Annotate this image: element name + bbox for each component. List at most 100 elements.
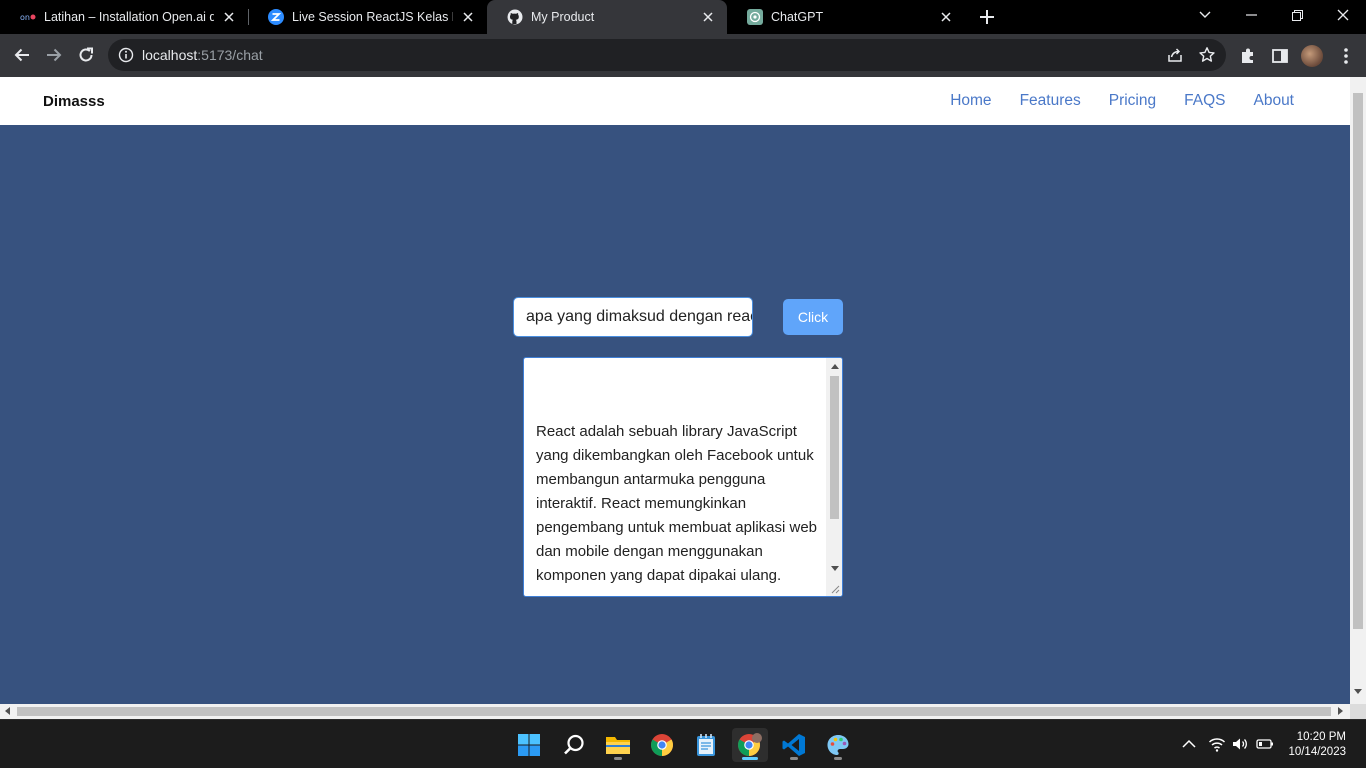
tab-search-button[interactable] <box>1182 0 1228 30</box>
chevron-up-icon[interactable] <box>1180 735 1198 753</box>
active-indicator <box>742 757 758 760</box>
forward-button[interactable] <box>39 40 69 70</box>
scrollbar-corner <box>1350 704 1366 719</box>
file-explorer-icon <box>606 737 630 754</box>
plus-icon <box>980 10 994 24</box>
url-text: localhost:5173/chat <box>142 47 263 63</box>
github-icon <box>507 9 523 25</box>
site-navbar: Dimasss Home Features Pricing FAQS About <box>0 77 1350 125</box>
close-icon[interactable] <box>937 8 955 26</box>
file-explorer-button[interactable] <box>600 728 636 762</box>
chrome-icon <box>651 734 673 756</box>
page-horizontal-scroll-thumb[interactable] <box>17 707 1331 716</box>
click-button[interactable]: Click <box>783 299 843 335</box>
page-horizontal-scrollbar[interactable] <box>0 704 1350 719</box>
page-vertical-scroll-thumb[interactable] <box>1353 93 1363 629</box>
side-panel-icon[interactable] <box>1270 46 1290 66</box>
volume-icon[interactable] <box>1231 735 1249 753</box>
close-icon[interactable] <box>459 8 477 26</box>
running-indicator <box>834 757 842 760</box>
url-host: localhost <box>142 47 198 63</box>
reload-button[interactable] <box>71 40 101 70</box>
running-indicator <box>614 757 622 760</box>
scroll-down-arrow-icon[interactable] <box>831 566 839 571</box>
windows-start-icon <box>518 734 540 756</box>
start-button[interactable] <box>511 728 547 762</box>
notepad-button[interactable] <box>688 728 724 762</box>
new-tab-button[interactable] <box>975 6 999 28</box>
nav-link-home[interactable]: Home <box>950 92 991 110</box>
nav-link-about[interactable]: About <box>1253 92 1294 110</box>
scroll-up-arrow-icon[interactable] <box>831 364 839 369</box>
nav-link-pricing[interactable]: Pricing <box>1109 92 1156 110</box>
extensions-icon[interactable] <box>1238 46 1258 66</box>
browser-toolbar: localhost:5173/chat <box>0 34 1366 77</box>
tab-strip: on Latihan – Installation Open.ai di Rea… <box>0 0 1366 34</box>
answer-text: React adalah sebuah library JavaScript y… <box>536 423 822 584</box>
svg-text:on: on <box>20 13 30 22</box>
answer-textarea[interactable]: React adalah sebuah library JavaScript y… <box>523 357 843 597</box>
url-path: :5173/chat <box>197 47 263 63</box>
chrome-button[interactable] <box>644 728 680 762</box>
nav-link-features[interactable]: Features <box>1020 92 1081 110</box>
back-button[interactable] <box>7 40 37 70</box>
scroll-down-arrow-icon[interactable] <box>1354 689 1362 695</box>
vscode-icon <box>782 734 805 756</box>
info-icon[interactable] <box>118 47 134 63</box>
chatgpt-icon <box>747 9 763 25</box>
paint-icon <box>827 735 849 755</box>
restore-button[interactable] <box>1274 0 1320 30</box>
arrow-right-icon <box>47 48 62 62</box>
tab-latihan[interactable]: on Latihan – Installation Open.ai di Rea… <box>0 0 248 34</box>
paint-button[interactable] <box>820 728 856 762</box>
running-indicator <box>790 757 798 760</box>
tab-my-product[interactable]: My Product <box>487 0 727 34</box>
tab-live-session[interactable]: Live Session ReactJS Kelas D_Kampus Merd… <box>248 0 487 34</box>
arrow-left-icon <box>14 48 29 62</box>
vscode-button[interactable] <box>776 728 812 762</box>
nav-links: Home Features Pricing FAQS About <box>922 92 1294 110</box>
scroll-left-arrow-icon[interactable] <box>5 707 11 715</box>
close-icon[interactable] <box>699 8 717 26</box>
openai-docs-icon: on <box>20 9 36 25</box>
answer-scrollbar[interactable] <box>826 358 842 596</box>
tab-title: My Product <box>531 10 595 24</box>
taskbar-search-button[interactable] <box>556 728 592 762</box>
address-bar[interactable]: localhost:5173/chat <box>108 39 1226 71</box>
scroll-right-arrow-icon[interactable] <box>1338 707 1344 715</box>
tab-chatgpt[interactable]: ChatGPT <box>727 0 965 34</box>
clock-date: 10/14/2023 <box>1288 746 1346 758</box>
prompt-input[interactable]: apa yang dimaksud dengan react <box>513 297 753 337</box>
wifi-icon[interactable] <box>1208 735 1226 753</box>
answer-scroll-thumb[interactable] <box>830 376 839 519</box>
tab-title: ChatGPT <box>771 10 824 24</box>
chrome-profile-button[interactable] <box>732 728 768 762</box>
search-icon <box>564 734 584 755</box>
zoom-icon <box>268 9 284 25</box>
tab-title: Latihan – Installation Open.ai di React <box>44 10 214 24</box>
close-icon <box>1337 9 1349 21</box>
minimize-button[interactable] <box>1228 0 1274 30</box>
chrome-profile-icon <box>738 733 762 756</box>
bookmark-star-icon[interactable] <box>1198 46 1216 64</box>
close-icon[interactable] <box>220 8 238 26</box>
share-icon[interactable] <box>1166 46 1184 64</box>
reload-icon <box>79 47 93 62</box>
page-vertical-scrollbar[interactable] <box>1350 77 1366 704</box>
nav-link-faqs[interactable]: FAQS <box>1184 92 1225 110</box>
window-close-button[interactable] <box>1320 0 1366 30</box>
notepad-icon <box>697 734 715 756</box>
profile-avatar[interactable] <box>1301 45 1323 67</box>
system-clock[interactable]: 10:20 PM 10/14/2023 <box>1288 730 1346 760</box>
minimize-icon <box>1245 14 1257 16</box>
restore-icon <box>1291 9 1303 21</box>
resize-handle-icon[interactable] <box>830 584 840 594</box>
chevron-down-icon <box>1199 11 1211 18</box>
page-viewport: Dimasss Home Features Pricing FAQS About… <box>0 77 1350 704</box>
menu-dots-icon[interactable] <box>1336 46 1356 66</box>
tab-title: Live Session ReactJS Kelas D_Kampus Merd… <box>292 10 453 24</box>
battery-icon[interactable] <box>1256 735 1274 753</box>
windows-taskbar: 10:20 PM 10/14/2023 <box>0 719 1366 768</box>
clock-time: 10:20 PM <box>1296 731 1346 743</box>
site-brand[interactable]: Dimasss <box>43 93 105 110</box>
